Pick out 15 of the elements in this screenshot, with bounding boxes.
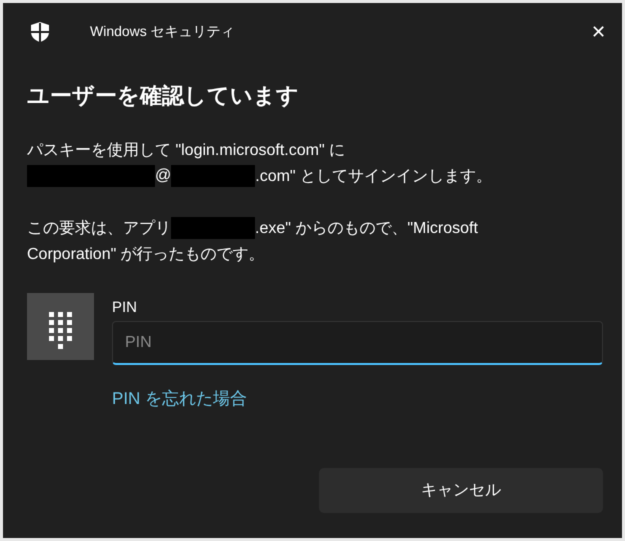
message-text: この要求は、アプリ xyxy=(27,218,171,238)
message-text: @ xyxy=(155,167,172,185)
close-button[interactable]: ✕ xyxy=(589,21,608,43)
message-text: .com" としてサインインします。 xyxy=(255,166,492,186)
pin-label: PIN xyxy=(112,299,138,316)
message-text: Corporation" が行ったものです。 xyxy=(27,244,265,264)
window-title: Windows セキュリティ xyxy=(90,23,236,41)
cancel-button[interactable]: キャンセル xyxy=(319,468,603,513)
message-text: .exe" からのもので、"Microsoft xyxy=(255,218,478,238)
dialog-heading: ユーザーを確認しています xyxy=(27,82,300,110)
pin-field[interactable]: PIN xyxy=(112,321,603,365)
message-text: パスキーを使用して "login.microsoft.com" に xyxy=(27,140,346,160)
shield-icon xyxy=(30,21,50,43)
keypad-icon xyxy=(27,293,94,360)
forgot-pin-link[interactable]: PIN を忘れた場合 xyxy=(112,387,248,410)
